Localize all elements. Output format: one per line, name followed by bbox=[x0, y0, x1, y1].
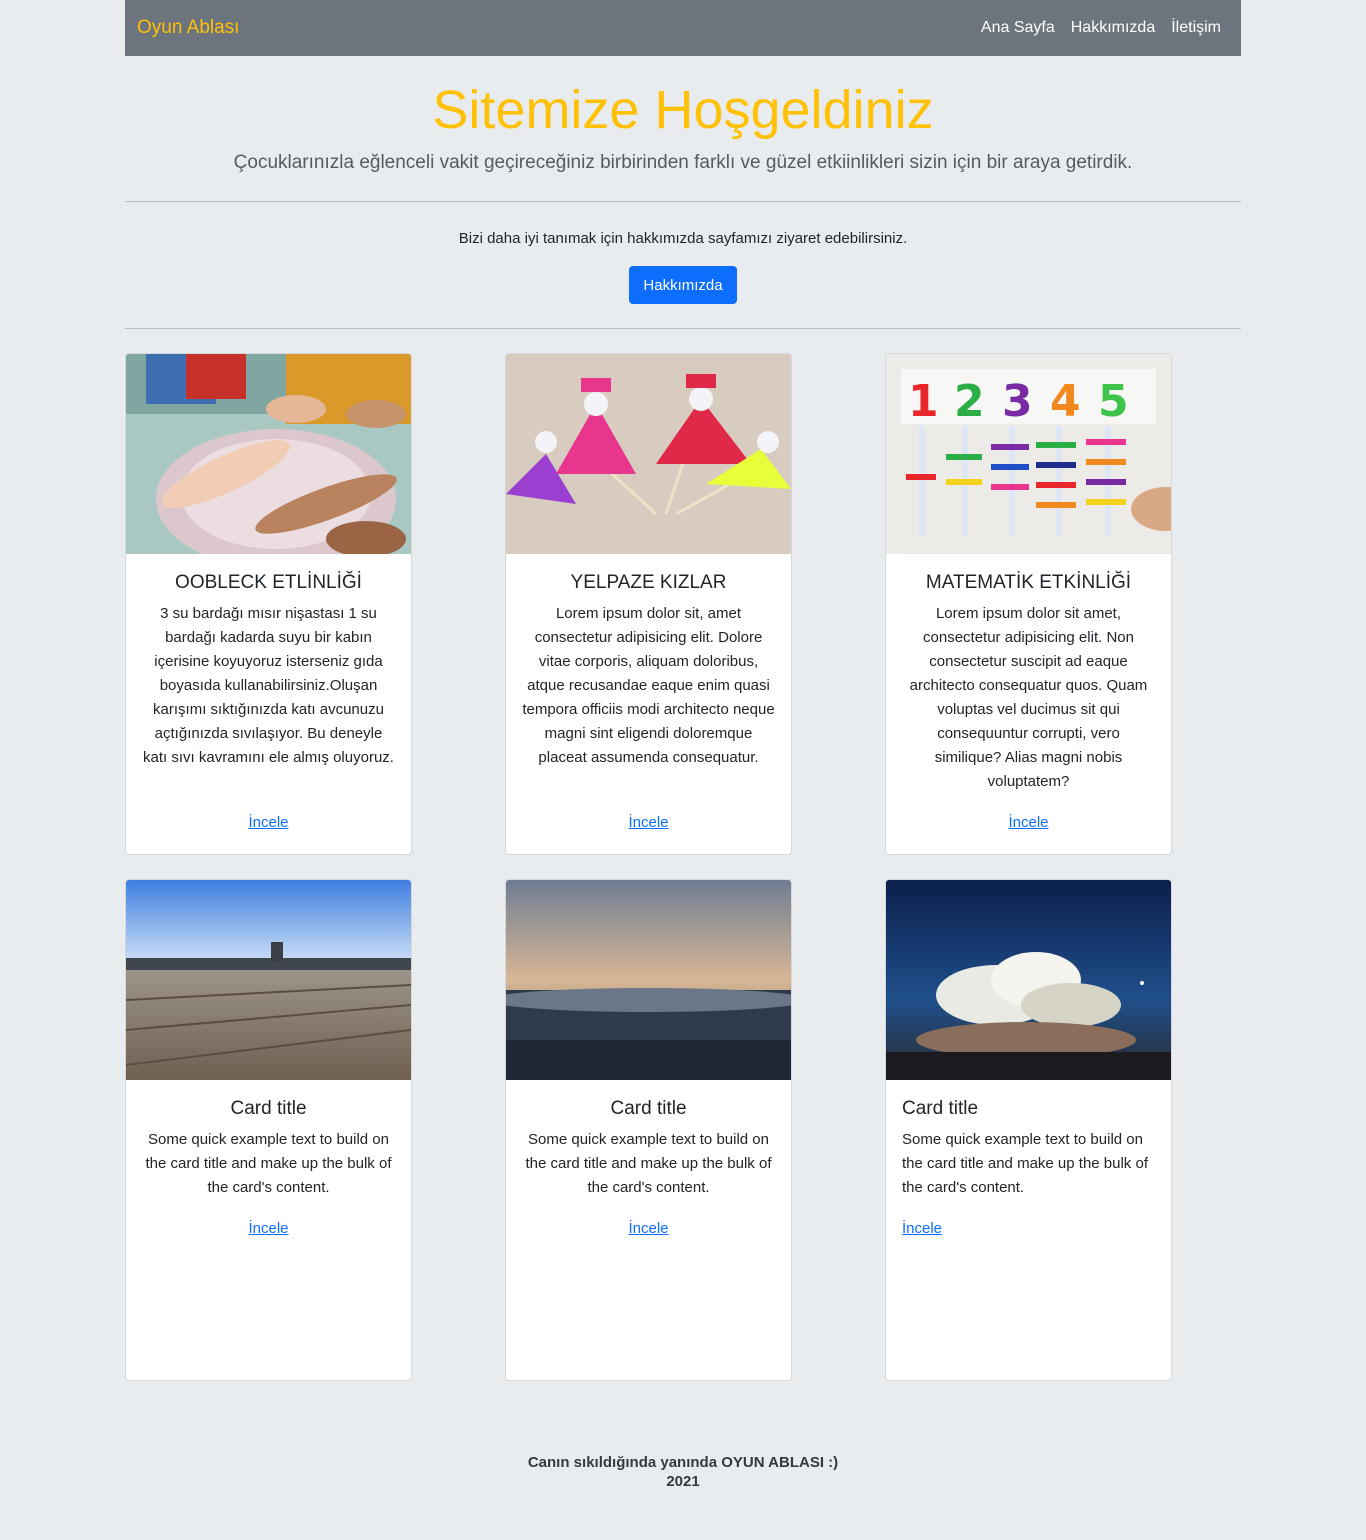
card-link[interactable]: İncele bbox=[142, 813, 395, 833]
brand-link[interactable]: Oyun Ablası bbox=[137, 17, 239, 39]
card-text: 3 su bardağı mısır nişastası 1 su bardağ… bbox=[143, 605, 394, 766]
svg-text:2: 2 bbox=[954, 376, 985, 427]
content-card: Card title Some quick example text to bu… bbox=[125, 879, 412, 1381]
card-image bbox=[506, 354, 791, 554]
footer-year: 2021 bbox=[666, 1473, 700, 1490]
content-card: Card title Some quick example text to bu… bbox=[505, 879, 792, 1381]
nav-links: Ana Sayfa Hakkımızda İletişim bbox=[981, 18, 1221, 38]
card-title: YELPAZE KIZLAR bbox=[570, 572, 727, 593]
nav-link-home[interactable]: Ana Sayfa bbox=[981, 18, 1055, 38]
nav-link-about[interactable]: Hakkımızda bbox=[1071, 18, 1155, 38]
card-text: Lorem ipsum dolor sit amet, consectetur … bbox=[909, 605, 1148, 790]
card-link[interactable]: İncele bbox=[522, 813, 775, 833]
card-text: Some quick example text to build on the … bbox=[902, 1131, 1148, 1196]
footer: Canın sıkıldığında yanında OYUN ABLASI :… bbox=[0, 1453, 1366, 1491]
card-title: OOBLECK ETLİNLİĞİ bbox=[175, 572, 362, 593]
card-image bbox=[886, 880, 1171, 1080]
svg-text:4: 4 bbox=[1050, 376, 1081, 427]
card-text: Some quick example text to build on the … bbox=[145, 1131, 392, 1196]
about-text: Bizi daha iyi tanımak için hakkımızda sa… bbox=[458, 230, 908, 247]
hero-title: Sitemize Hoşgeldiniz bbox=[432, 80, 934, 140]
activity-card: OOBLECK ETLİNLİĞİ 3 su bardağı mısır niş… bbox=[125, 353, 412, 855]
footer-tagline: Canın sıkıldığında yanında OYUN ABLASI :… bbox=[527, 1454, 839, 1471]
card-image bbox=[126, 354, 411, 554]
card-link[interactable]: İncele bbox=[902, 813, 1155, 833]
nav-link-contact[interactable]: İletişim bbox=[1171, 18, 1221, 38]
card-text: Some quick example text to build on the … bbox=[525, 1131, 772, 1196]
divider bbox=[125, 328, 1241, 329]
card-link[interactable]: İncele bbox=[522, 1219, 775, 1239]
divider bbox=[125, 201, 1241, 202]
card-link[interactable]: İncele bbox=[902, 1219, 1155, 1239]
activity-card: 1 2 3 4 5 MATEMATİK ETKİNLİĞİ Lorem ipsu… bbox=[885, 353, 1172, 855]
card-link[interactable]: İncele bbox=[142, 1219, 395, 1239]
card-title: MATEMATİK ETKİNLİĞİ bbox=[925, 572, 1132, 593]
card-text: Lorem ipsum dolor sit, amet consectetur … bbox=[522, 605, 775, 766]
card-title: Card title bbox=[610, 1098, 687, 1119]
card-title: Card title bbox=[230, 1098, 307, 1119]
hero-lead: Çocuklarınızla eğlenceli vakit geçireceğ… bbox=[233, 152, 1133, 173]
card-title: Card title bbox=[902, 1098, 979, 1119]
svg-text:3: 3 bbox=[1002, 376, 1033, 427]
activity-card: YELPAZE KIZLAR Lorem ipsum dolor sit, am… bbox=[505, 353, 792, 855]
about-button[interactable]: Hakkımızda bbox=[629, 266, 737, 304]
svg-text:1: 1 bbox=[908, 376, 939, 427]
card-image bbox=[506, 880, 791, 1080]
card-image bbox=[126, 880, 411, 1080]
navbar: Oyun Ablası Ana Sayfa Hakkımızda İletişi… bbox=[125, 0, 1241, 56]
content-card: Card title Some quick example text to bu… bbox=[885, 879, 1172, 1381]
card-image: 1 2 3 4 5 bbox=[886, 354, 1171, 554]
svg-text:5: 5 bbox=[1098, 376, 1129, 427]
